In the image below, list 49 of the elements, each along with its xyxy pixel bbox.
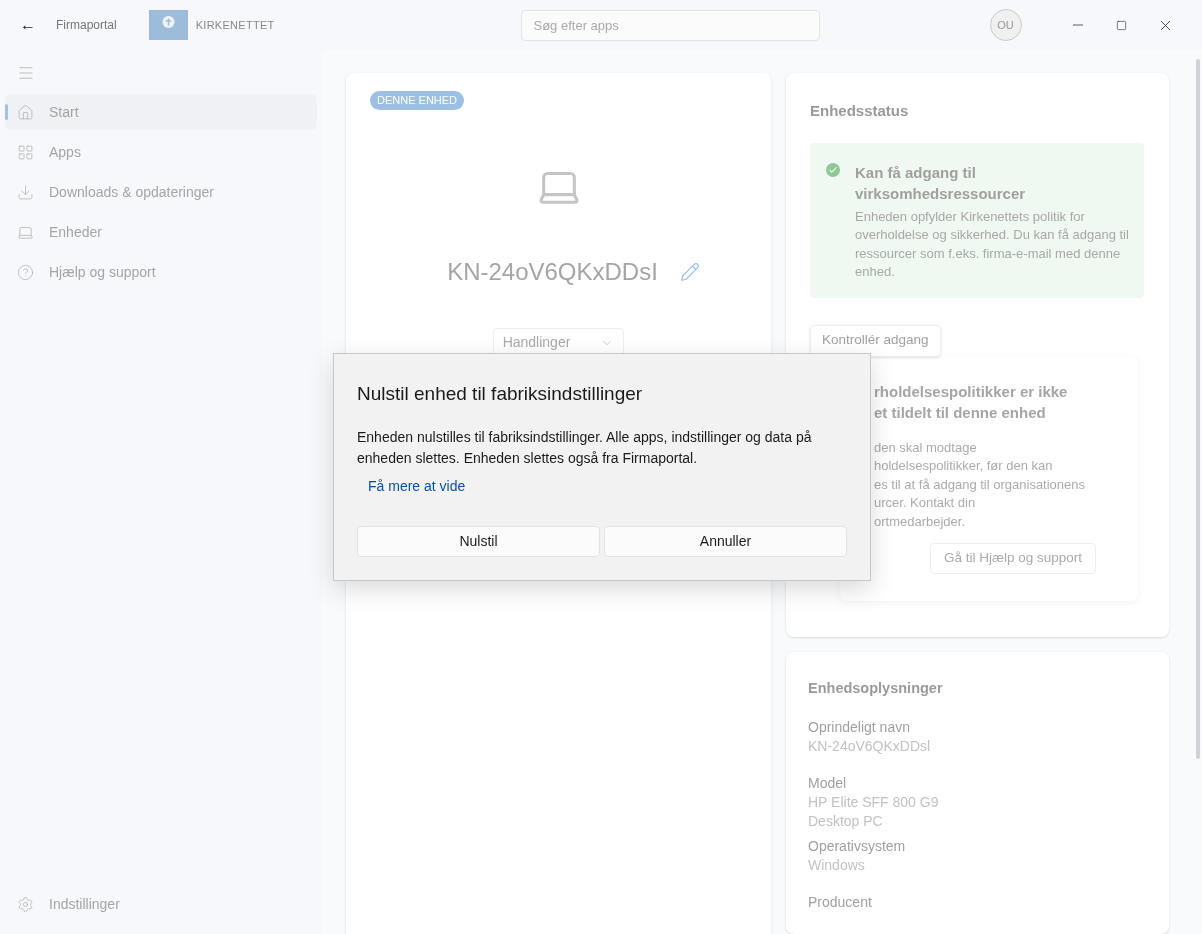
field-label: Oprindeligt navn	[808, 717, 911, 737]
policy-heading: et tildelt til denne enhed	[874, 402, 1047, 423]
dialog-button[interactable]: Annuller	[604, 525, 847, 557]
settings-icon	[17, 895, 34, 913]
card-title: Enhedsstatus	[810, 101, 910, 121]
scrollbar[interactable]	[1196, 59, 1200, 759]
card-title: Enhedsoplysninger	[808, 679, 944, 698]
search-field[interactable]: Søg efter apps	[520, 9, 820, 41]
status-text: Enheden opfylder Kirkenettets politik for overholdelse og sikkerhed. Du kan få adgang til ressourcer som f.eks. firma-e-mail med denne enhed.	[855, 207, 1130, 281]
policy-text: ortmedarbejder.	[874, 512, 967, 531]
dialog-text: Enheden nulstilles til fabriksindstillinger. Alle apps, indstillinger og data på enheden slettes. Enheden slettes også fra Firmaportal.	[357, 427, 813, 468]
field-value: HP Elite SFF 800 G9	[808, 792, 940, 812]
field-value: Windows	[808, 855, 866, 875]
field-label: Operativsystem	[808, 836, 907, 856]
check-icon	[826, 162, 840, 177]
field-label: Model	[808, 773, 848, 793]
settings-item[interactable]: Indstillinger	[5, 886, 317, 922]
field-label: Producent	[808, 892, 873, 912]
policy-text: urcer. Kontakt din	[874, 494, 977, 512]
apps-icon	[17, 143, 34, 161]
status-heading: Kan få adgang til virksomhedsressourcer	[855, 162, 1027, 204]
menu-icon[interactable]	[17, 64, 35, 82]
logo-icon	[148, 10, 188, 40]
maximize-icon[interactable]	[1116, 19, 1127, 31]
back-button[interactable]: ←	[16, 13, 40, 37]
policy-text: holdelsespolitikker, før den kan	[874, 457, 1054, 475]
device-name: KN-24oV6QKxDDsI	[447, 256, 658, 287]
device-badge: DENNE ENHED	[370, 91, 465, 110]
app-name: Firmaportal	[56, 17, 117, 34]
policy-text: es til at få adgang til organisationens	[874, 475, 1087, 494]
policy-text: den skal modtage	[874, 438, 978, 457]
field-value: KN-24oV6QKxDDsl	[808, 736, 932, 756]
sidebar-item[interactable]: Downloads & opdateringer	[5, 174, 317, 210]
field-value: Desktop PC	[808, 811, 884, 831]
sidebar-item[interactable]: Enheder	[5, 214, 317, 250]
sidebar-item[interactable]: Hjælp og support	[5, 254, 317, 290]
sidebar-item[interactable]: Apps	[5, 134, 317, 170]
policy-heading: rholdelsespolitikker er ikke	[874, 381, 1069, 402]
edit-icon[interactable]	[679, 261, 700, 282]
home-icon	[17, 103, 34, 121]
user-avatar[interactable]: OU	[989, 9, 1022, 41]
org-name: KIRKENETTET	[195, 17, 275, 33]
dialog-title: Nulstil enhed til fabriksindstillinger	[357, 382, 644, 406]
sidebar-item[interactable]: Start	[5, 94, 317, 130]
help-support-button[interactable]: Gå til Hjælp og support	[930, 543, 1097, 574]
help-icon	[17, 263, 34, 281]
download-icon	[17, 183, 34, 201]
learn-more-link[interactable]: Få mere at vide	[368, 475, 466, 497]
dialog-button[interactable]: Nulstil	[357, 525, 600, 557]
